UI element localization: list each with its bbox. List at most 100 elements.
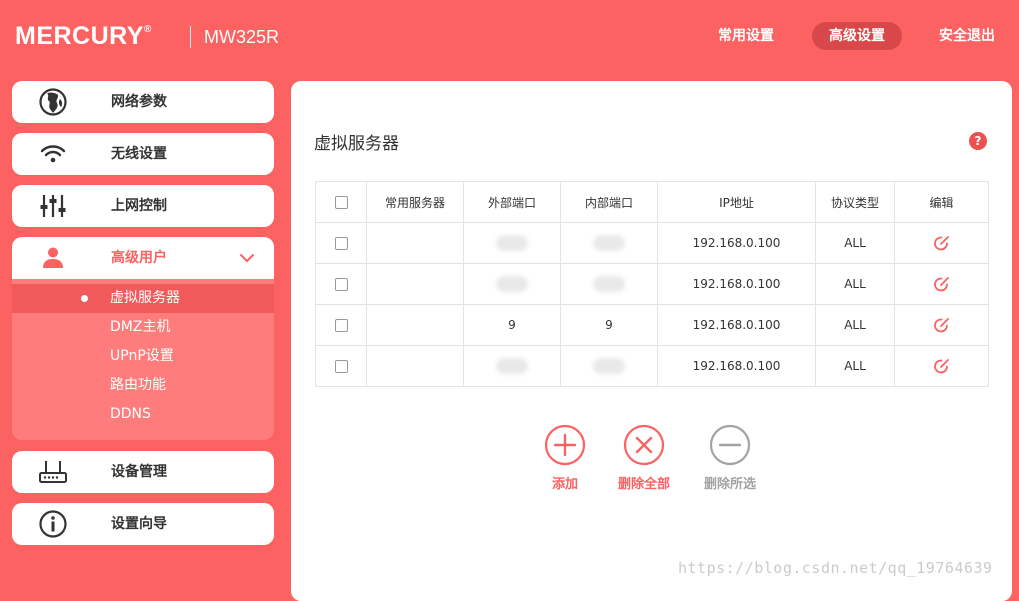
redacted-value — [496, 276, 528, 292]
edit-cell — [894, 345, 989, 387]
ip-address-cell: 192.168.0.100 — [657, 222, 816, 264]
redacted-value — [593, 276, 625, 292]
submenu-item-ddns[interactable]: DDNS — [12, 400, 274, 429]
edit-icon[interactable] — [933, 234, 951, 252]
row-checkbox[interactable] — [334, 278, 348, 291]
edit-cell — [894, 304, 989, 346]
ip-address-cell: 192.168.0.100 — [657, 263, 816, 305]
logo-divider — [190, 26, 191, 48]
internal-port-cell: 9 — [560, 304, 658, 346]
column-header: 协议类型 — [815, 181, 895, 223]
sidebar-item-label: 高级用户 — [111, 250, 167, 266]
service-cell — [366, 222, 464, 264]
table-row: 192.168.0.100 ALL — [315, 345, 989, 387]
external-port-cell — [463, 263, 561, 305]
row-select-cell — [315, 263, 367, 305]
submenu-item-upnp[interactable]: UPnP设置 — [12, 342, 274, 371]
help-icon[interactable]: ? — [969, 132, 987, 150]
submenu-item-routing[interactable]: 路由功能 — [12, 371, 274, 400]
virtual-server-table: 常用服务器 外部端口 内部端口 IP地址 协议类型 编辑 192.168.0.1… — [315, 181, 989, 387]
sidebar-item-device-management[interactable]: 设备管理 — [12, 451, 274, 493]
row-checkbox[interactable] — [334, 319, 348, 332]
info-icon — [39, 510, 67, 538]
external-port-cell — [463, 222, 561, 264]
brand-name: MERCURY — [15, 22, 144, 50]
minus-circle-icon — [709, 424, 751, 466]
service-cell — [366, 345, 464, 387]
user-icon — [43, 247, 63, 268]
protocol-cell: ALL — [815, 222, 895, 264]
chevron-down-icon[interactable] — [238, 249, 256, 267]
table-row: 192.168.0.100 ALL — [315, 222, 989, 264]
row-checkbox[interactable] — [334, 360, 348, 373]
select-all-cell — [315, 181, 367, 223]
redacted-value — [496, 235, 528, 251]
internal-port-cell — [560, 345, 658, 387]
selected-dot-icon — [81, 295, 88, 302]
redacted-value — [496, 358, 528, 374]
sidebar-item-label: 设备管理 — [111, 464, 167, 480]
row-checkbox[interactable] — [334, 237, 348, 250]
sidebar-item-network[interactable]: 网络参数 — [12, 81, 274, 123]
plus-circle-icon — [544, 424, 586, 466]
row-select-cell — [315, 345, 367, 387]
sidebar-item-wireless[interactable]: 无线设置 — [12, 133, 274, 175]
submenu-item-label: DMZ主机 — [110, 319, 171, 335]
redacted-value — [593, 358, 625, 374]
submenu-item-label: 虚拟服务器 — [110, 290, 180, 306]
watermark-text: https://blog.csdn.net/qq_19764639 — [678, 559, 993, 577]
delete-all-button[interactable]: 删除全部 — [604, 424, 684, 492]
protocol-cell: ALL — [815, 345, 895, 387]
service-cell — [366, 263, 464, 305]
page-title: 虚拟服务器 — [314, 134, 399, 154]
submenu-item-dmz[interactable]: DMZ主机 — [12, 313, 274, 342]
sidebar-item-access-control[interactable]: 上网控制 — [12, 185, 274, 227]
delete-selected-button[interactable]: 删除所选 — [690, 424, 770, 492]
sidebar-item-label: 无线设置 — [111, 146, 167, 162]
edit-cell — [894, 263, 989, 305]
sidebar-item-setup-wizard[interactable]: 设置向导 — [12, 503, 274, 545]
delete-selected-label: 删除所选 — [703, 477, 756, 492]
advanced-user-submenu: 虚拟服务器 DMZ主机 UPnP设置 路由功能 DDNS — [12, 279, 274, 440]
sliders-icon — [40, 195, 66, 217]
column-header: 常用服务器 — [366, 181, 464, 223]
nav-common-settings[interactable]: 常用设置 — [708, 22, 784, 50]
router-icon — [39, 461, 67, 483]
submenu-item-label: 路由功能 — [110, 377, 166, 393]
edit-icon[interactable] — [933, 275, 951, 293]
external-port-cell: 9 — [463, 304, 561, 346]
brand-logo: MERCURY® — [15, 22, 152, 51]
delete-all-label: 删除全部 — [617, 477, 670, 492]
submenu-item-virtual-server[interactable]: 虚拟服务器 — [12, 284, 274, 313]
edit-icon[interactable] — [933, 357, 951, 375]
select-all-checkbox[interactable] — [334, 196, 348, 209]
submenu-item-label: DDNS — [110, 406, 151, 422]
row-select-cell — [315, 222, 367, 264]
ip-address-cell: 192.168.0.100 — [657, 304, 816, 346]
protocol-cell: ALL — [815, 263, 895, 305]
wifi-icon — [40, 145, 66, 163]
column-header: 外部端口 — [463, 181, 561, 223]
redacted-value — [593, 235, 625, 251]
sidebar-item-advanced-user[interactable]: 高级用户 — [12, 237, 274, 279]
external-port-cell — [463, 345, 561, 387]
nav-logout[interactable]: 安全退出 — [930, 22, 1004, 50]
column-header: IP地址 — [657, 181, 816, 223]
edit-icon[interactable] — [933, 316, 951, 334]
row-select-cell — [315, 304, 367, 346]
add-button[interactable]: 添加 — [525, 424, 605, 492]
nav-advanced-settings[interactable]: 高级设置 — [812, 22, 902, 50]
content-panel: 虚拟服务器 ? 常用服务器 外部端口 内部端口 IP地址 协议类型 编辑 192… — [291, 81, 1012, 601]
table-row: 9 9 192.168.0.100 ALL — [315, 304, 989, 346]
submenu-item-label: UPnP设置 — [110, 348, 174, 364]
x-circle-icon — [623, 424, 665, 466]
internal-port-cell — [560, 263, 658, 305]
column-header: 编辑 — [894, 181, 989, 223]
sidebar-item-label: 上网控制 — [111, 198, 167, 214]
add-label: 添加 — [551, 477, 578, 492]
model-name: MW325R — [204, 27, 280, 47]
protocol-cell: ALL — [815, 304, 895, 346]
column-header: 内部端口 — [560, 181, 658, 223]
internal-port-cell — [560, 222, 658, 264]
table-header-row: 常用服务器 外部端口 内部端口 IP地址 协议类型 编辑 — [315, 181, 989, 223]
